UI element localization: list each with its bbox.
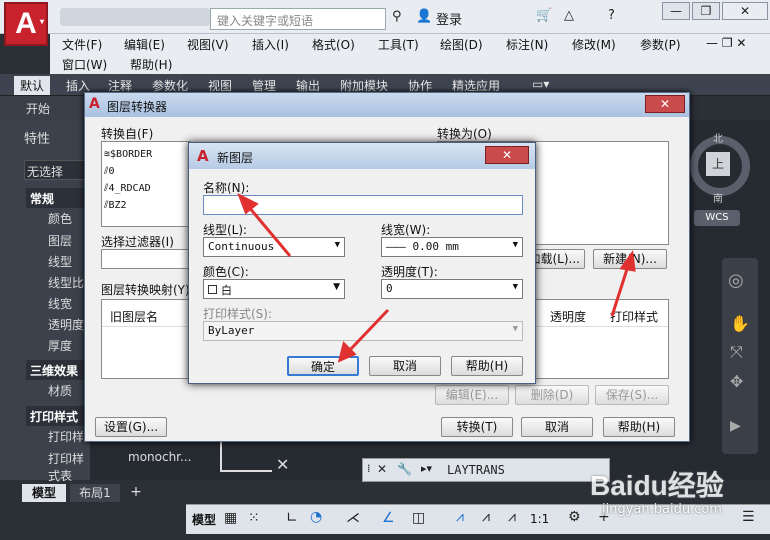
isodraft-icon[interactable]: ⋌ (346, 510, 360, 526)
auto-scale-icon[interactable]: ⩘ (482, 509, 490, 525)
annotation-arrows (237, 192, 636, 363)
tab-model[interactable]: 模型 (22, 484, 66, 502)
ortho-icon[interactable]: ∟ (286, 510, 298, 526)
polar-icon[interactable]: ◔ (310, 509, 322, 525)
watermark: Baidu经验 jingyan.baidu.com (590, 464, 750, 524)
arrow-to-new (610, 250, 636, 317)
layout-tabs: 模型 布局1 + (0, 484, 190, 502)
annotation-scale-icon[interactable]: ⩘ (508, 509, 516, 525)
watermark-url: jingyan.baidu.com (602, 502, 722, 517)
watermark-brand: Baidu经验 (590, 470, 724, 501)
annotation-visibility-icon[interactable]: ⩘ (456, 509, 464, 525)
grid-icon[interactable]: ▦ (224, 510, 237, 526)
model-space-button[interactable]: 模型 (192, 511, 216, 528)
snap-icon[interactable]: ⁙ (248, 510, 260, 526)
scale-select[interactable]: 1:1 (530, 512, 549, 526)
arrow-to-ok (337, 308, 390, 363)
tab-layout1[interactable]: 布局1 (70, 484, 120, 502)
osnap-icon[interactable]: ◫ (412, 510, 425, 526)
osnap-track-icon[interactable]: ∠ (382, 510, 395, 526)
arrow-to-name (237, 192, 292, 257)
workspace-gear-icon[interactable]: ⚙ (568, 509, 581, 525)
add-layout-icon[interactable]: + (126, 484, 146, 502)
